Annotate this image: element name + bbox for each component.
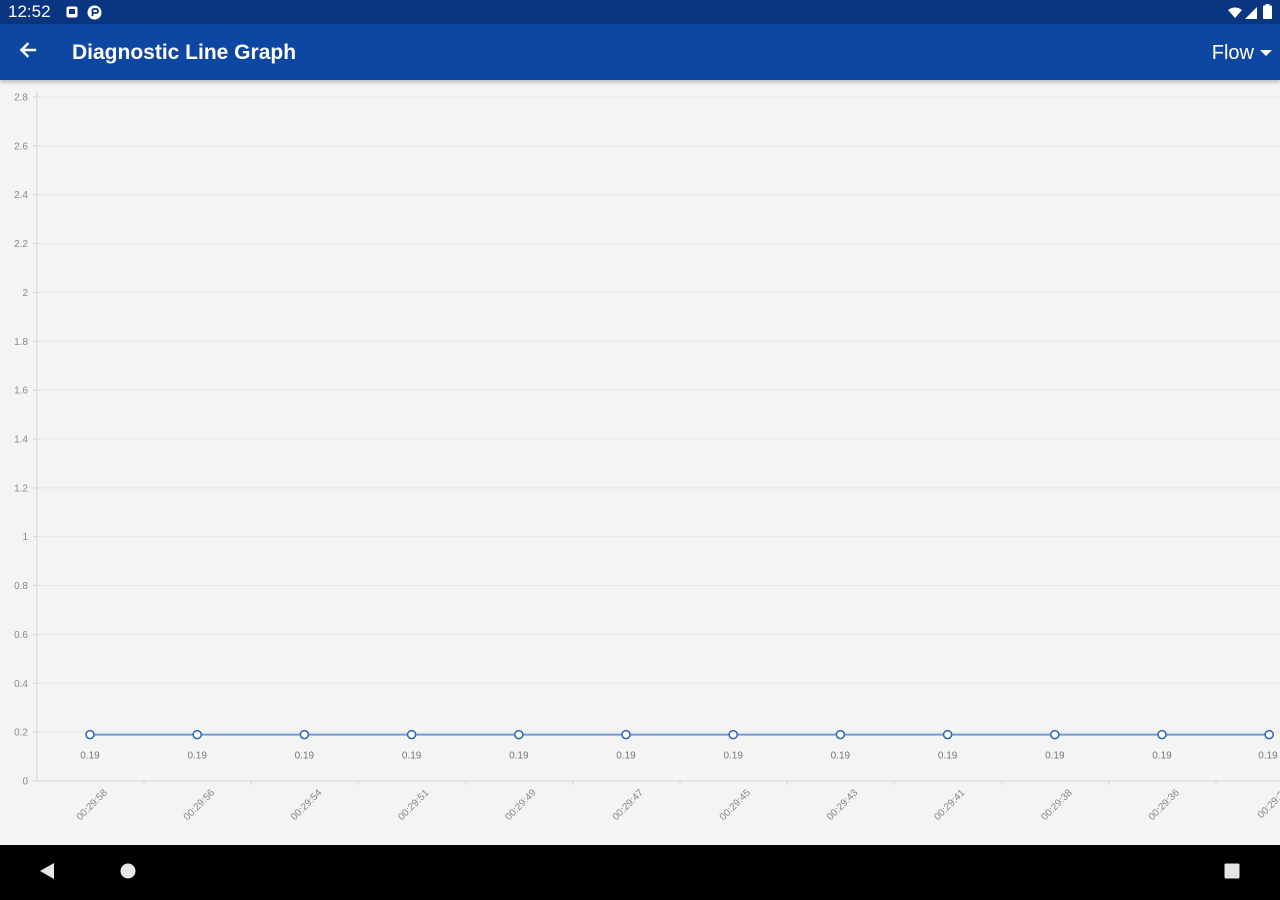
x-tick-label: 00:29:38 [1039, 787, 1075, 823]
data-label: 0.19 [509, 751, 529, 762]
y-tick-label: 2.6 [14, 141, 28, 152]
y-tick-label: 0.4 [14, 679, 28, 690]
x-tick-label: 00:29:56 [182, 787, 218, 823]
status-time: 12:52 [8, 2, 51, 21]
x-tick-label: 00:29:51 [396, 787, 432, 823]
y-tick-label: 0 [22, 777, 28, 788]
x-tick-label: 00:29:47 [611, 787, 647, 823]
data-point [942, 729, 953, 740]
y-tick-label: 1 [22, 532, 28, 543]
data-label: 0.19 [295, 751, 315, 762]
x-tick-label: 00:29:36 [1147, 787, 1183, 823]
y-tick-label: 0.6 [14, 630, 28, 641]
nav-recents-button[interactable] [1218, 859, 1246, 887]
notification-square-icon [66, 5, 78, 23]
data-point [728, 729, 738, 740]
x-tick-label: 00:29:49 [503, 787, 539, 823]
data-label: 0.19 [723, 751, 743, 762]
line-chart: 0 0.2 0.4 0.6 0.8 1 1.2 1.4 1.6 1.8 2 2.2 2.4 2.6 2.8 0… [14, 91, 1280, 823]
x-tick-label: 00:29:41 [932, 787, 968, 823]
wifi-icon [1228, 6, 1242, 24]
x-tick-label: 00:29:54 [289, 787, 325, 823]
signal-icon [1245, 6, 1257, 24]
y-tick-label: 1.2 [14, 483, 28, 494]
data-label: 0.19 [831, 751, 851, 762]
data-label: 0.19 [1045, 751, 1065, 762]
data-point [192, 729, 202, 740]
y-tick-label: 2 [22, 288, 28, 299]
data-label: 0.19 [616, 751, 636, 762]
page-title: Diagnostic Line Graph [72, 41, 297, 64]
back-triangle-icon [39, 862, 55, 885]
y-tick-label: 2.4 [14, 190, 28, 201]
data-point [406, 729, 417, 740]
data-label: 0.19 [80, 751, 100, 762]
x-tick-label: 00:29:58 [75, 787, 111, 823]
data-point [835, 729, 846, 740]
y-tick-label: 1.8 [14, 337, 28, 348]
app-bar: Diagnostic Line Graph Flow [0, 24, 1280, 80]
chevron-down-icon [1260, 44, 1272, 62]
data-label: 0.19 [187, 751, 207, 762]
data-point [1050, 729, 1060, 740]
y-tick-label: 1.4 [14, 435, 28, 446]
nav-back-button[interactable] [33, 859, 61, 887]
y-tick-label: 2.8 [14, 93, 28, 104]
data-point [1264, 729, 1274, 740]
chart-area: 0 0.2 0.4 0.6 0.8 1 1.2 1.4 1.6 1.8 2 2.2 2.4 2.6 2.8 0… [0, 80, 1280, 845]
recents-square-icon [1224, 863, 1240, 884]
back-button[interactable] [8, 32, 48, 72]
data-label: 0.19 [402, 751, 422, 762]
x-tick-label: 00:29:43 [825, 787, 861, 823]
data-label: 0.19 [938, 751, 958, 762]
x-tick-label: 00:29:3 [1256, 789, 1280, 821]
data-point [299, 729, 310, 740]
data-point [514, 729, 524, 740]
data-label: 0.19 [1258, 751, 1278, 762]
home-circle-icon [120, 863, 136, 884]
y-tick-label: 0.2 [14, 728, 28, 739]
media-icon [87, 5, 102, 25]
flow-dropdown[interactable]: Flow [1212, 38, 1272, 68]
battery-icon [1263, 4, 1272, 24]
flow-dropdown-label: Flow [1211, 42, 1254, 64]
data-point [1157, 729, 1167, 740]
y-tick-label: 1.6 [14, 386, 28, 397]
data-point [85, 729, 95, 740]
system-nav-bar [0, 845, 1280, 900]
status-bar: 12:52 [0, 0, 1280, 24]
y-tick-label: 0.8 [14, 581, 28, 592]
arrow-back-icon [18, 40, 38, 65]
data-label: 0.19 [1152, 751, 1172, 762]
nav-home-button[interactable] [114, 859, 142, 887]
data-point [621, 729, 631, 740]
y-tick-label: 2.2 [14, 239, 28, 250]
x-tick-label: 00:29:45 [718, 787, 754, 823]
